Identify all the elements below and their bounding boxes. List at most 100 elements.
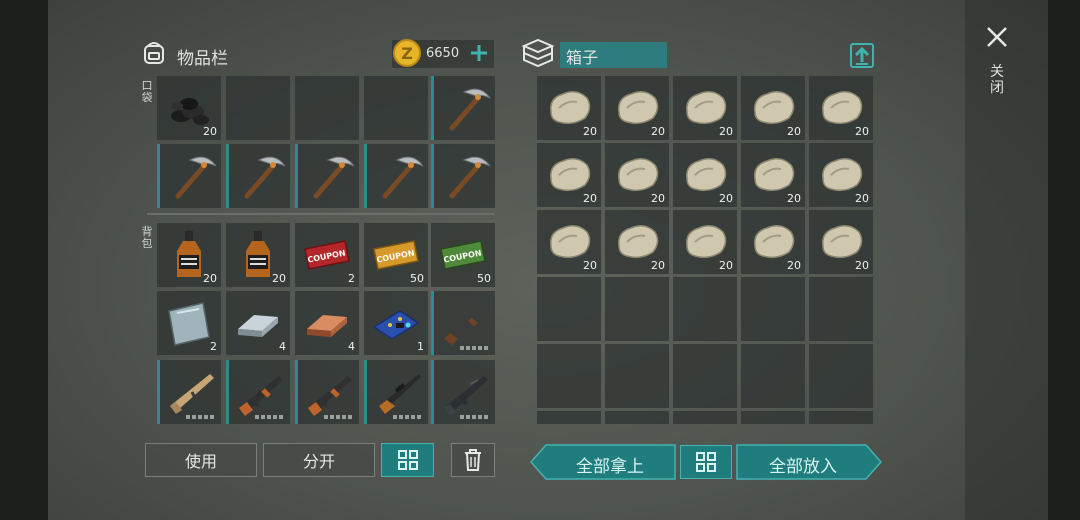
item-quantity: 20 — [787, 192, 801, 205]
chest-title: 箱子 — [566, 48, 599, 67]
shotgun-icon — [444, 309, 486, 345]
svg-text:Z: Z — [401, 44, 413, 63]
inventory.backpack-slot[interactable] — [364, 360, 428, 424]
item-quantity: 4 — [279, 340, 286, 353]
ak-rifle-icon — [239, 376, 283, 416]
inventory.backpack-slot[interactable]: 1 — [364, 291, 428, 355]
trash-button[interactable] — [451, 443, 495, 477]
trash-icon — [465, 449, 481, 471]
durability-dots — [393, 415, 423, 419]
chest.items-slot[interactable]: 20 — [537, 76, 601, 140]
inventory.backpack-slot[interactable]: 2 — [157, 291, 221, 355]
inventory.backpack-slot[interactable] — [295, 360, 359, 424]
chest.items-slot[interactable] — [673, 344, 737, 408]
inventory.backpack-slot[interactable]: COUPON 2 — [295, 223, 359, 287]
inventory.pocket-slot[interactable] — [431, 144, 495, 208]
chest.items-slot[interactable]: 20 — [809, 210, 873, 274]
pickaxe-icon — [449, 156, 491, 199]
chest.items-slot[interactable] — [605, 344, 669, 408]
inventory.pocket-slot[interactable] — [295, 76, 359, 140]
chest.items-slot[interactable] — [605, 411, 669, 424]
chest.items-slot[interactable] — [741, 277, 805, 341]
inventory.backpack-slot[interactable]: COUPON 50 — [364, 223, 428, 287]
chest.items-slot[interactable]: 20 — [537, 143, 601, 207]
rifle-tan-icon — [170, 374, 214, 414]
chest.items-slot[interactable] — [605, 277, 669, 341]
take-all-button[interactable]: 全部拿上 — [546, 452, 674, 477]
close-label[interactable]: 关闭 — [989, 64, 1005, 96]
iron-ingot-icon — [238, 315, 278, 337]
pickaxe-icon — [449, 88, 491, 131]
chest.items-slot[interactable] — [673, 411, 737, 424]
chest.items-slot[interactable]: 20 — [809, 143, 873, 207]
inventory.backpack-slot[interactable] — [226, 360, 290, 424]
backpack-icon — [144, 42, 164, 64]
inventory.backpack-slot[interactable]: 20 — [226, 223, 290, 287]
inventory.backpack-slot[interactable] — [431, 360, 495, 424]
chest.items-slot[interactable] — [537, 277, 601, 341]
item-quantity: 20 — [583, 259, 597, 272]
pickaxe-icon — [175, 156, 217, 199]
chest.items-slot[interactable] — [741, 411, 805, 424]
item-quantity: 2 — [348, 272, 355, 285]
chest.items-slot[interactable]: 20 — [605, 76, 669, 140]
put-all-button[interactable]: 全部放入 — [738, 452, 868, 477]
chest.items-slot[interactable]: 20 — [741, 143, 805, 207]
use-button[interactable]: 使用 — [145, 443, 257, 477]
item-quantity: 20 — [651, 259, 665, 272]
chest.items-slot[interactable]: 20 — [741, 76, 805, 140]
item-quantity: 4 — [348, 340, 355, 353]
chest.items-slot[interactable]: 20 — [673, 210, 737, 274]
chest.items-slot[interactable]: 20 — [605, 143, 669, 207]
backpack-label: 背包 — [141, 225, 153, 250]
chest.items-slot[interactable] — [809, 411, 873, 424]
durability-dots — [324, 415, 354, 419]
pickaxe-icon — [244, 156, 286, 199]
pocket-label: 口袋 — [141, 79, 153, 104]
chest.items-slot[interactable]: 20 — [809, 76, 873, 140]
inventory.backpack-slot[interactable]: 20 — [157, 223, 221, 287]
metal-plate-icon — [168, 302, 210, 346]
item-quantity: 20 — [583, 125, 597, 138]
split-button[interactable]: 分开 — [263, 443, 375, 477]
durability-dots — [460, 415, 490, 419]
chest.items-slot[interactable]: 20 — [537, 210, 601, 274]
item-quantity: 50 — [477, 272, 491, 285]
inventory.backpack-slot[interactable]: COUPON 50 — [431, 223, 495, 287]
chest.items-slot[interactable] — [537, 411, 601, 424]
inventory.pocket-slot[interactable] — [226, 76, 290, 140]
inventory.pocket-slot[interactable] — [364, 76, 428, 140]
inventory.pocket-slot[interactable] — [157, 144, 221, 208]
chest.items-slot[interactable]: 20 — [605, 210, 669, 274]
inventory.pocket-slot[interactable] — [295, 144, 359, 208]
chest.items-slot[interactable]: 20 — [741, 210, 805, 274]
pickaxe-icon — [313, 156, 355, 199]
inventory.backpack-slot[interactable] — [157, 360, 221, 424]
add-coins-button[interactable] — [468, 42, 490, 64]
red-coupon-icon: COUPON — [304, 240, 350, 270]
inventory-title: 物品栏 — [177, 49, 228, 69]
inventory.pocket-slot[interactable] — [431, 76, 495, 140]
chest.items-slot[interactable] — [809, 344, 873, 408]
chest.items-slot[interactable] — [673, 277, 737, 341]
chest-sort-button[interactable] — [680, 445, 732, 479]
durability-dots — [186, 415, 216, 419]
chest.items-slot[interactable] — [741, 344, 805, 408]
inventory.backpack-slot[interactable] — [431, 291, 495, 355]
inventory.pocket-slot[interactable]: 20 — [157, 76, 221, 140]
chest.items-slot[interactable]: 20 — [673, 143, 737, 207]
assault-rifle-icon — [444, 376, 488, 416]
item-quantity: 1 — [417, 340, 424, 353]
inventory.backpack-slot[interactable]: 4 — [226, 291, 290, 355]
chest.items-slot[interactable] — [537, 344, 601, 408]
inventory.pocket-slot[interactable] — [364, 144, 428, 208]
inventory.backpack-slot[interactable]: 4 — [295, 291, 359, 355]
chest.items-slot[interactable] — [809, 277, 873, 341]
item-quantity: 20 — [203, 272, 217, 285]
item-quantity: 20 — [787, 259, 801, 272]
close-icon[interactable] — [985, 25, 1009, 49]
inventory-sort-button[interactable] — [381, 443, 434, 477]
sort-upload-button[interactable] — [848, 40, 876, 70]
inventory.pocket-slot[interactable] — [226, 144, 290, 208]
chest.items-slot[interactable]: 20 — [673, 76, 737, 140]
